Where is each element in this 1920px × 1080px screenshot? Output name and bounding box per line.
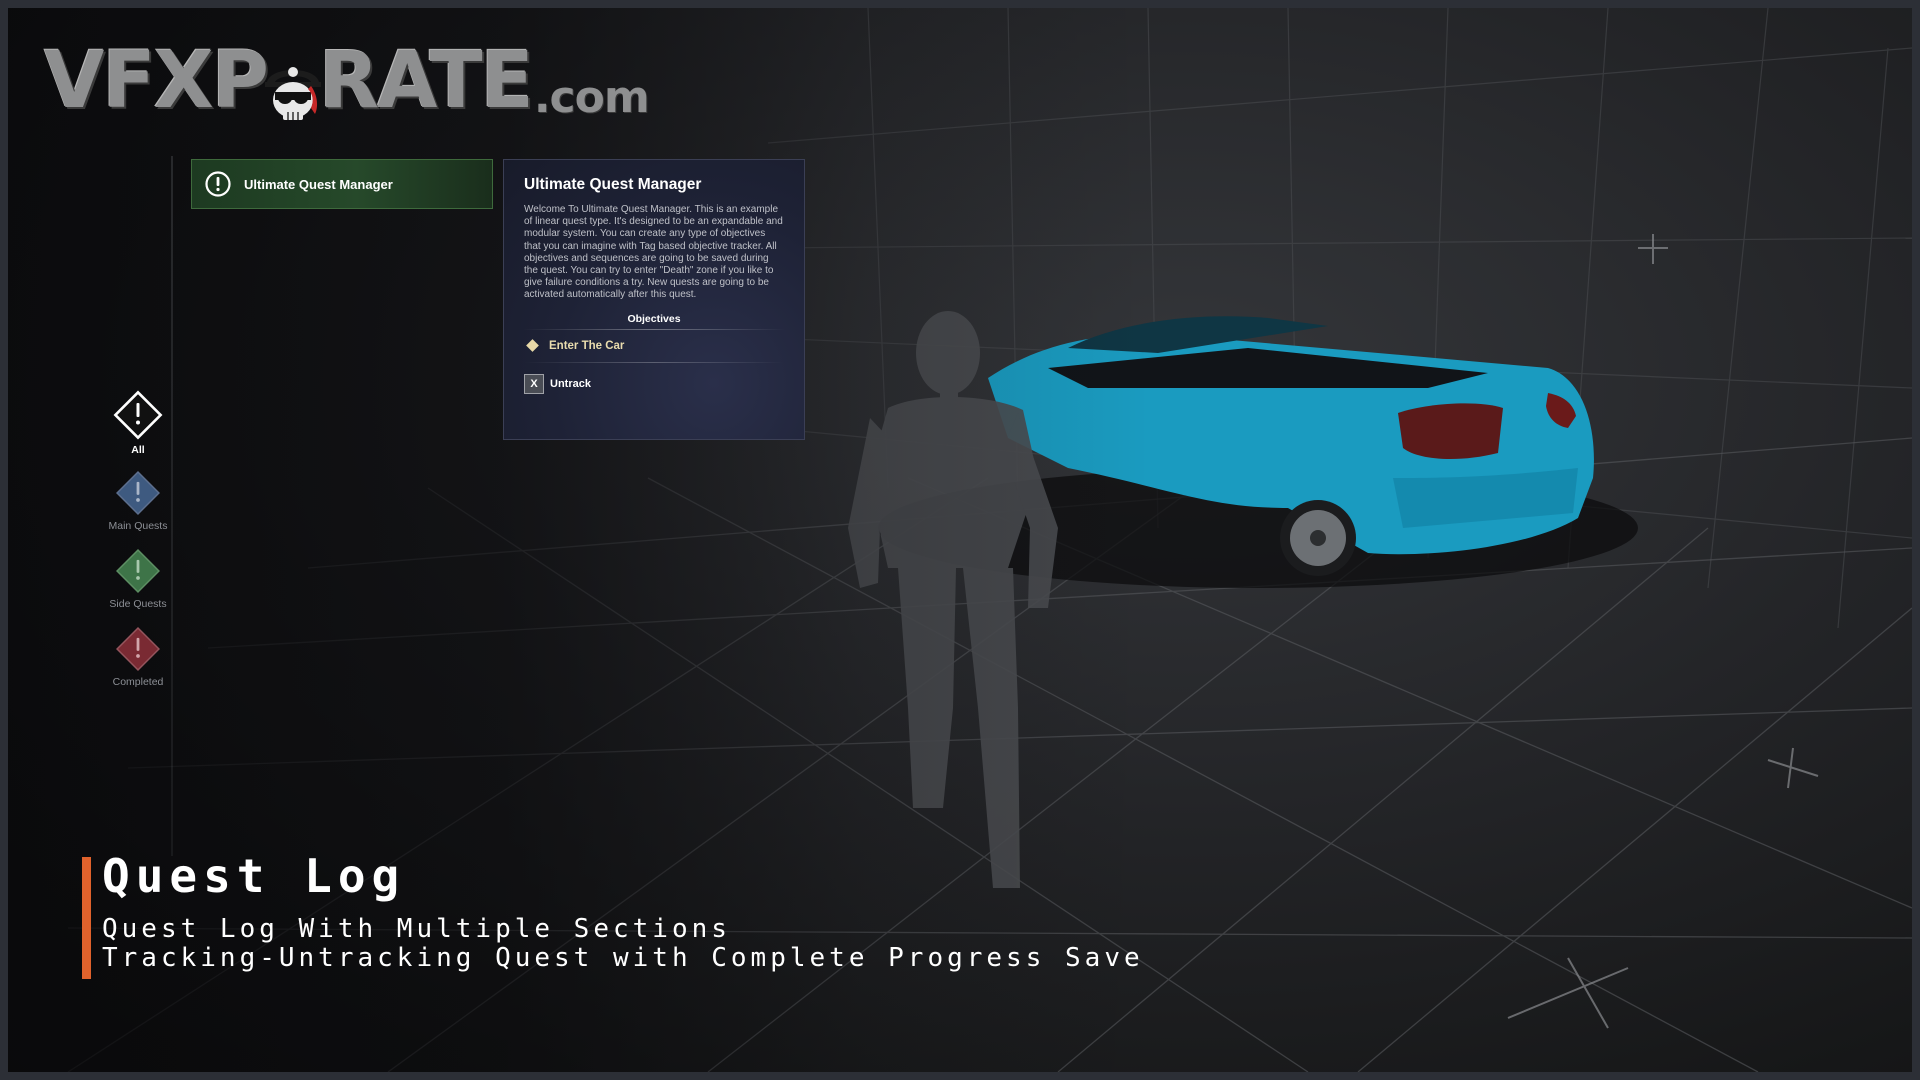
grid-markers [1507, 234, 1819, 1029]
objective-divider [524, 361, 784, 363]
logo-text-left: VFXP [44, 36, 269, 126]
category-label: Main Quests [108, 520, 168, 532]
quest-list-item-title: Ultimate Quest Manager [244, 176, 393, 192]
category-tab-side-quests[interactable]: Side Quests [88, 546, 188, 610]
game-viewport: VFXP RATE .com Ultimate Quest Manager Ul… [8, 8, 1912, 1072]
objective-item: Enter The Car [524, 330, 784, 362]
caption-line-1: Quest Log With Multiple Sections [102, 914, 731, 944]
category-tab-completed[interactable]: Completed [88, 624, 188, 688]
vfxpirate-logo: VFXP RATE .com [44, 28, 650, 126]
objective-label: Enter The Car [549, 339, 625, 352]
category-label: Completed [112, 676, 164, 688]
diamond-exclamation-icon [116, 549, 160, 593]
category-label: All [131, 444, 145, 456]
category-tab-all[interactable]: All [88, 388, 188, 456]
key-x-icon: X [524, 373, 544, 394]
diamond-exclamation-icon [113, 390, 163, 440]
caption-line-2: Tracking-Untracking Quest with Complete … [102, 943, 1144, 973]
untrack-button[interactable]: X Untrack [524, 373, 784, 394]
objectives-header: Objectives [524, 312, 784, 330]
quest-list-item[interactable]: Ultimate Quest Manager [191, 159, 493, 209]
exclamation-circle-icon [205, 171, 231, 197]
logo-text-right: RATE [318, 36, 534, 126]
diamond-icon [526, 339, 539, 352]
quest-description: Welcome To Ultimate Quest Manager. This … [524, 204, 783, 301]
caption-title: Quest Log [102, 849, 406, 903]
category-label: Side Quests [109, 598, 167, 610]
caption-accent-bar [82, 857, 91, 979]
diamond-exclamation-icon [116, 471, 160, 515]
pirate-skull-icon [261, 56, 325, 126]
logo-domain: .com [533, 72, 650, 123]
quest-detail-title: Ultimate Quest Manager [524, 176, 702, 193]
diamond-exclamation-icon [116, 627, 160, 671]
untrack-label: Untrack [550, 377, 591, 390]
quest-detail-panel: Ultimate Quest Manager Welcome To Ultima… [503, 159, 805, 440]
category-tab-main-quests[interactable]: Main Quests [88, 468, 188, 532]
